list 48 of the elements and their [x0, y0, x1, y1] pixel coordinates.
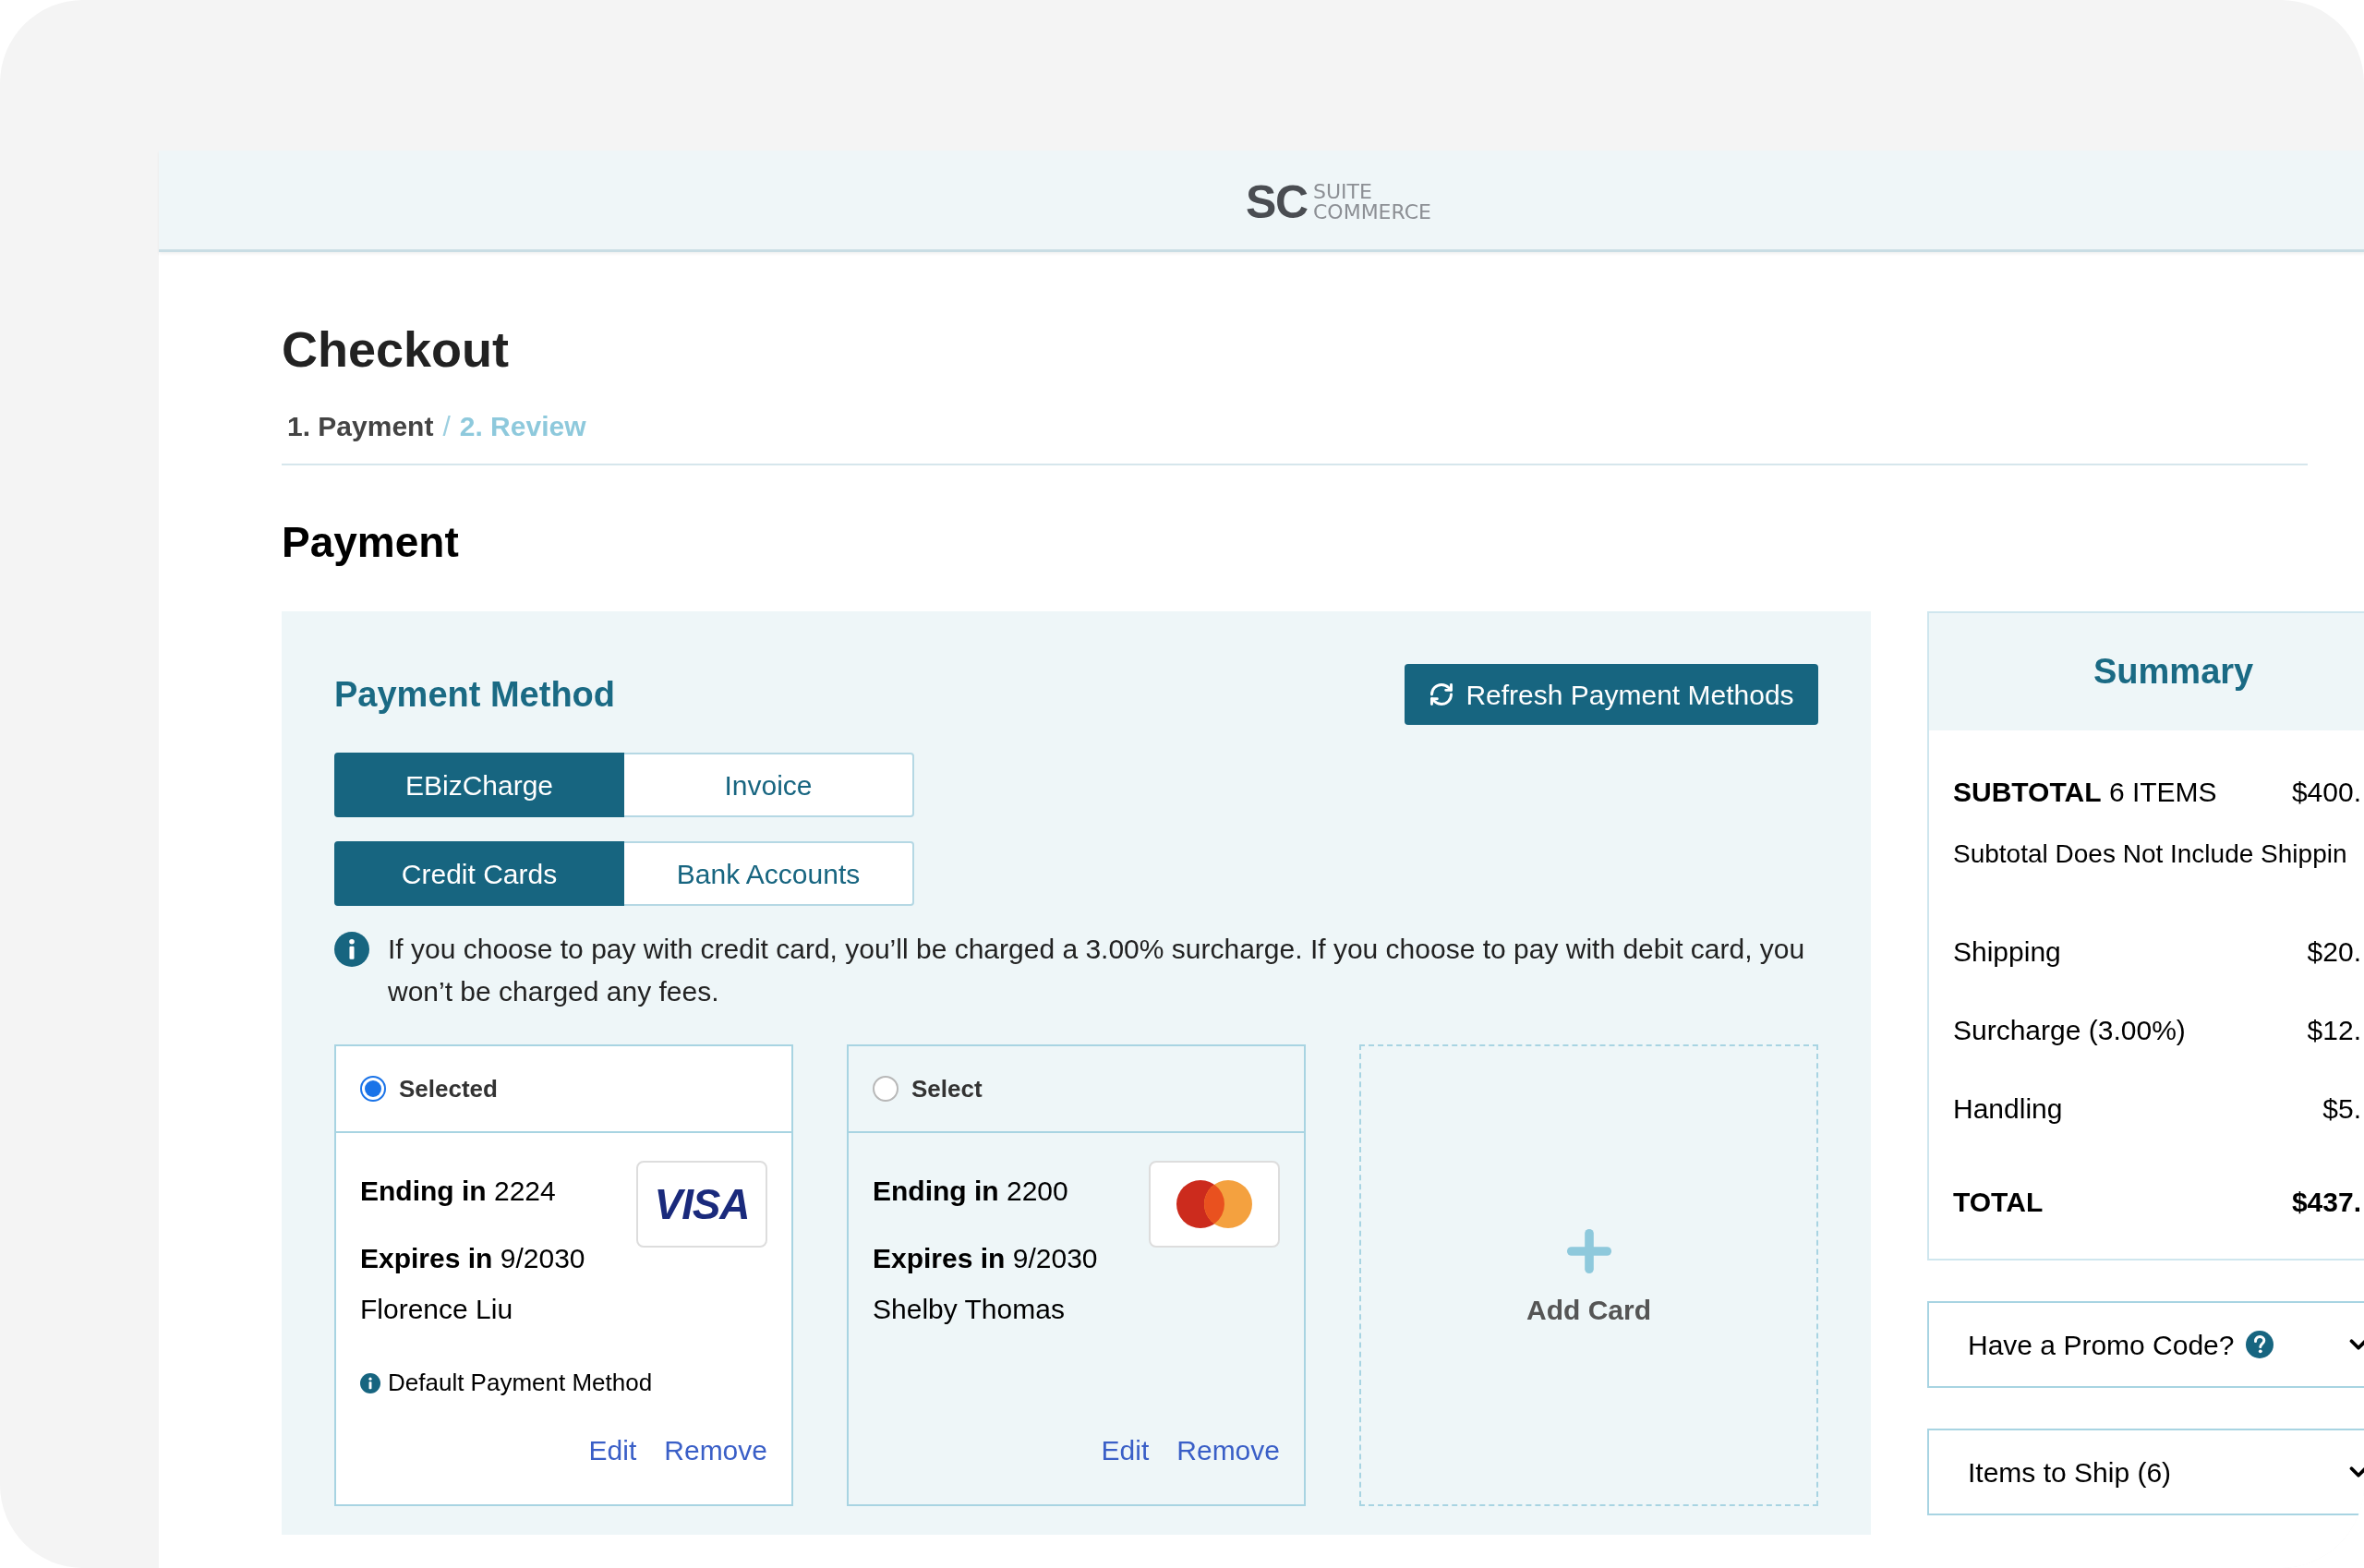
radio-label: Selected: [399, 1073, 498, 1104]
card-action-link[interactable]: Remove: [1176, 1429, 1280, 1471]
summary-line-value: $20.: [2307, 935, 2361, 969]
default-payment-note: Default Payment Method: [388, 1368, 653, 1398]
info-icon: [360, 1372, 380, 1393]
tab[interactable]: Invoice: [624, 753, 914, 817]
summary-line-value: $5.: [2322, 1092, 2361, 1126]
tab[interactable]: Credit Cards: [334, 841, 624, 906]
refresh-icon: [1429, 681, 1455, 707]
card-action-link[interactable]: Remove: [664, 1429, 767, 1471]
card-action-link[interactable]: Edit: [588, 1429, 637, 1471]
summary-line-label: Handling: [1953, 1092, 2063, 1126]
collapsible-panel[interactable]: Items to Ship (6): [1927, 1429, 2364, 1515]
radio-label: Select: [911, 1073, 983, 1104]
card-ending: Ending in 2224: [360, 1175, 557, 1208]
cardholder-name: Shelby Thomas: [873, 1293, 1066, 1326]
card-expiry: Expires in 9/2030: [873, 1242, 1098, 1275]
breadcrumb-separator: /: [442, 410, 451, 443]
card-action-link[interactable]: Edit: [1101, 1429, 1150, 1471]
summary-line-value: $12.: [2307, 1014, 2361, 1047]
payment-card[interactable]: Select Ending in 2200 Expires in 9/2030 Shelby Thomas Edit Remove: [847, 1044, 1306, 1506]
page-title: Checkout: [282, 324, 511, 374]
refresh-button[interactable]: Refresh Payment Methods: [1405, 664, 1818, 725]
total-value: $437.: [2291, 1186, 2361, 1219]
payment-card[interactable]: Selected Ending in 2224 Expires in 9/2030 Florence Liu VISA Default Payment Method Edit Remove: [334, 1044, 793, 1506]
subtotal-label: SUBTOTAL 6 ITEMS: [1953, 776, 2217, 809]
card-brand-logo: VISA: [636, 1161, 767, 1248]
tab[interactable]: Bank Accounts: [624, 841, 914, 906]
panel-title: Payment Method: [334, 673, 616, 716]
summary-line-label: Surcharge (3.00%): [1953, 1014, 2186, 1047]
summary-line-label: Shipping: [1953, 935, 2061, 969]
help-icon[interactable]: [2245, 1331, 2274, 1358]
card-expiry: Expires in 9/2030: [360, 1242, 585, 1275]
subtotal-note: Subtotal Does Not Include Shippin: [1953, 838, 2348, 870]
add-card-button[interactable]: Add Card: [1359, 1044, 1818, 1506]
breadcrumb-step[interactable]: 1. Payment: [287, 405, 434, 447]
card-brand-icon: [1176, 1179, 1253, 1229]
radio-button[interactable]: [873, 1076, 899, 1102]
total-label: TOTAL: [1953, 1186, 2044, 1219]
subtotal-value: $400.: [2291, 776, 2361, 809]
radio-button[interactable]: [360, 1076, 386, 1102]
collapsible-panel[interactable]: Have a Promo Code?: [1927, 1301, 2364, 1388]
tab[interactable]: EBizCharge: [334, 753, 624, 817]
cardholder-name: Florence Liu: [360, 1293, 514, 1326]
surcharge-notice: If you choose to pay with credit card, you’ll be charged a 3.00% surcharge. If you choose to pay with debit card, you won’t be charged any fees.: [388, 933, 1806, 1008]
summary-title: Summary: [2093, 651, 2254, 693]
card-ending: Ending in 2200: [873, 1175, 1069, 1208]
info-icon: [334, 932, 369, 967]
